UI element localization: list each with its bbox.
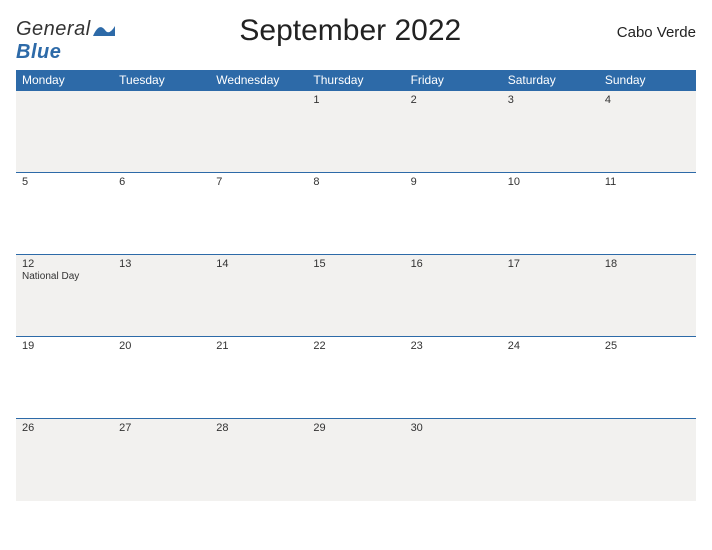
calendar-cell: 17 xyxy=(502,255,599,337)
holiday-label: National Day xyxy=(22,271,107,282)
calendar-cell: 25 xyxy=(599,337,696,419)
calendar-cell: 8 xyxy=(307,173,404,255)
day-number: 13 xyxy=(119,258,204,270)
logo-word2: Blue xyxy=(16,41,61,63)
weekday-header: Tuesday xyxy=(113,70,210,91)
day-number: 30 xyxy=(411,422,496,434)
day-number: 24 xyxy=(508,340,593,352)
calendar-cell: 19 xyxy=(16,337,113,419)
weekday-header-row: Monday Tuesday Wednesday Thursday Friday… xyxy=(16,70,696,91)
calendar-week: 5678 9 10 11 xyxy=(16,173,696,255)
calendar-cell: 6 xyxy=(113,173,210,255)
day-number: 17 xyxy=(508,258,593,270)
calendar-cell: 28 xyxy=(210,419,307,501)
calendar-cell xyxy=(502,419,599,501)
calendar-week: 12National Day 13 14 15 16 17 18 xyxy=(16,255,696,337)
day-number: 16 xyxy=(411,258,496,270)
calendar-cell: 15 xyxy=(307,255,404,337)
day-number: 19 xyxy=(22,340,107,352)
day-number: 14 xyxy=(216,258,301,270)
calendar-cell: 4 xyxy=(599,91,696,173)
day-number: 22 xyxy=(313,340,398,352)
calendar-cell: 27 xyxy=(113,419,210,501)
calendar-cell: 30 xyxy=(405,419,502,501)
weekday-header: Monday xyxy=(16,70,113,91)
weekday-header: Thursday xyxy=(307,70,404,91)
calendar-cell: 16 xyxy=(405,255,502,337)
calendar-cell: 3 xyxy=(502,91,599,173)
calendar-body: 123456789101112National Day1314151617181… xyxy=(16,91,696,501)
day-number: 18 xyxy=(605,258,690,270)
logo-text: General Blue xyxy=(16,18,115,64)
calendar-cell xyxy=(210,91,307,173)
day-number: 3 xyxy=(508,94,593,106)
weekday-header: Sunday xyxy=(599,70,696,91)
calendar-cell: 1 xyxy=(307,91,404,173)
calendar-cell: 20 xyxy=(113,337,210,419)
day-number: 11 xyxy=(605,176,690,188)
calendar-cell: 24 xyxy=(502,337,599,419)
calendar-cell: 26 xyxy=(16,419,113,501)
day-number: 26 xyxy=(22,422,107,434)
calendar-cell: 23 xyxy=(405,337,502,419)
calendar-cell: 29 xyxy=(307,419,404,501)
calendar-cell: 18 xyxy=(599,255,696,337)
day-number: 9 xyxy=(411,176,496,188)
calendar-cell: 2 xyxy=(405,91,502,173)
day-number: 15 xyxy=(313,258,398,270)
day-number: 12 xyxy=(22,258,107,270)
day-number: 29 xyxy=(313,422,398,434)
header: General Blue September 2022 Cabo Verde xyxy=(16,12,696,64)
calendar-cell: 9 xyxy=(405,173,502,255)
calendar-week: 19 20 21 22 23 24 25 xyxy=(16,337,696,419)
calendar-cell xyxy=(599,419,696,501)
day-number: 20 xyxy=(119,340,204,352)
calendar-cell: 14 xyxy=(210,255,307,337)
calendar-cell: 13 xyxy=(113,255,210,337)
day-number: 7 xyxy=(216,176,301,188)
day-number: 28 xyxy=(216,422,301,434)
logo-word1: General xyxy=(16,18,91,40)
logo: General Blue xyxy=(16,12,115,64)
weekday-header: Saturday xyxy=(502,70,599,91)
weekday-header: Friday xyxy=(405,70,502,91)
day-number: 21 xyxy=(216,340,301,352)
calendar-week: 26 27 28 29 30 xyxy=(16,419,696,501)
calendar-cell: 7 xyxy=(210,173,307,255)
calendar-cell: 21 xyxy=(210,337,307,419)
wave-icon xyxy=(93,22,115,38)
calendar-cell: 12National Day xyxy=(16,255,113,337)
page-title: September 2022 xyxy=(115,12,586,48)
day-number: 5 xyxy=(22,176,107,188)
calendar-cell: 10 xyxy=(502,173,599,255)
calendar-cell: 11 xyxy=(599,173,696,255)
country-label: Cabo Verde xyxy=(586,12,696,41)
day-number: 27 xyxy=(119,422,204,434)
weekday-header: Wednesday xyxy=(210,70,307,91)
calendar-cell xyxy=(113,91,210,173)
calendar-cell xyxy=(16,91,113,173)
day-number: 8 xyxy=(313,176,398,188)
day-number: 4 xyxy=(605,94,690,106)
calendar-week: 1 234 xyxy=(16,91,696,173)
day-number: 23 xyxy=(411,340,496,352)
day-number: 25 xyxy=(605,340,690,352)
calendar-cell: 22 xyxy=(307,337,404,419)
day-number: 10 xyxy=(508,176,593,188)
day-number: 1 xyxy=(313,94,398,106)
day-number: 2 xyxy=(411,94,496,106)
calendar-cell: 5 xyxy=(16,173,113,255)
calendar: Monday Tuesday Wednesday Thursday Friday… xyxy=(16,70,696,501)
day-number: 6 xyxy=(119,176,204,188)
